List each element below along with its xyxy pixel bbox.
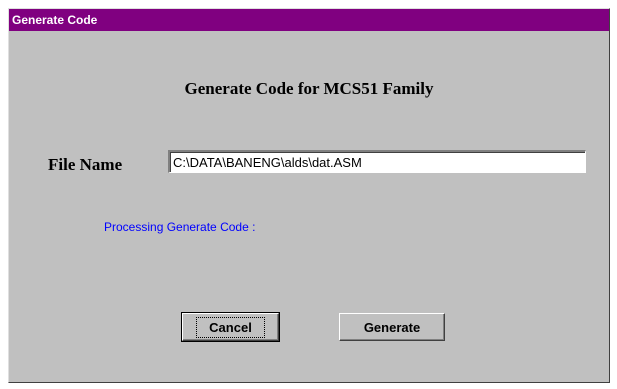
cancel-button[interactable]: Cancel xyxy=(181,312,280,342)
file-name-label: File Name xyxy=(48,155,123,174)
dialog-heading: Generate Code for MCS51 Family xyxy=(184,79,434,98)
title-bar[interactable]: Generate Code xyxy=(9,9,609,31)
cancel-button-label: Cancel xyxy=(196,316,265,338)
file-name-input[interactable] xyxy=(168,150,586,173)
generate-code-dialog: Generate Code Generate Code for MCS51 Fa… xyxy=(8,8,610,383)
window-title: Generate Code xyxy=(12,13,98,27)
generate-button[interactable]: Generate xyxy=(339,313,445,341)
status-text: Processing Generate Code : xyxy=(104,220,256,234)
generate-button-label: Generate xyxy=(363,319,421,335)
